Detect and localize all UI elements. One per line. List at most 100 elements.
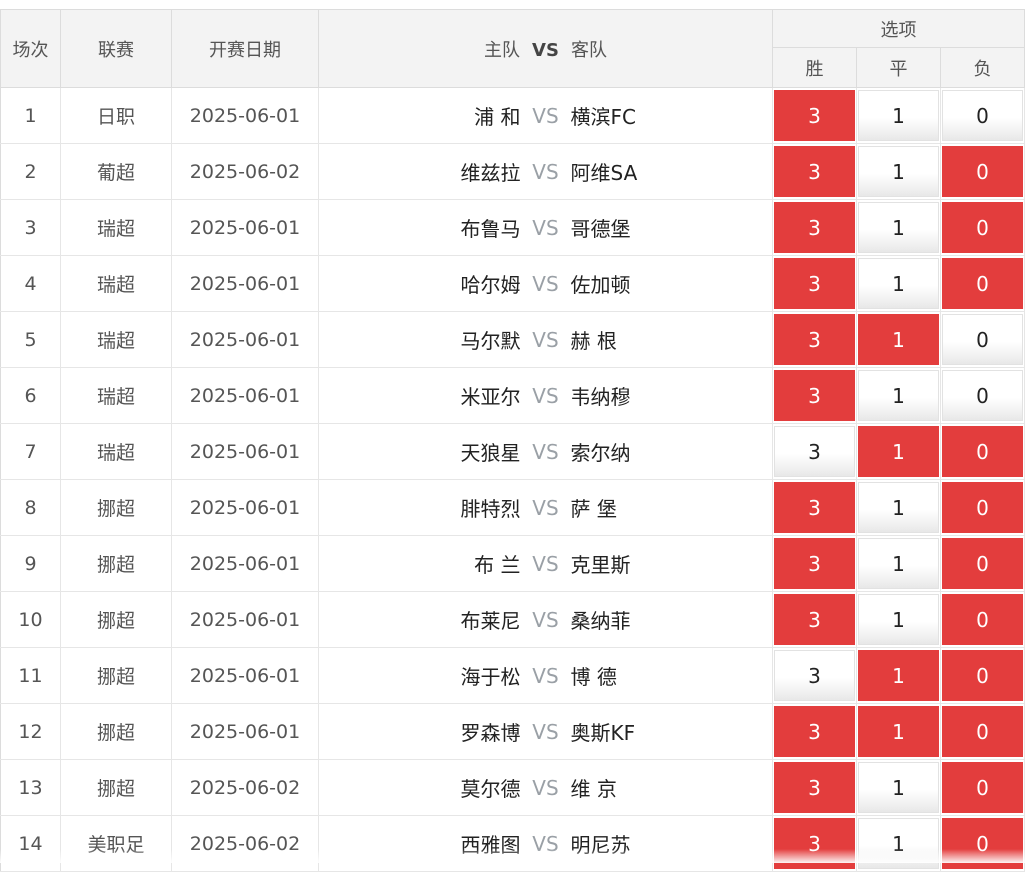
option-cell-win: 3 bbox=[773, 312, 857, 368]
league-name: 挪超 bbox=[61, 760, 172, 816]
lose-option-button[interactable]: 0 bbox=[942, 818, 1023, 869]
draw-option-button[interactable]: 1 bbox=[858, 146, 939, 197]
win-option-button[interactable]: 3 bbox=[774, 762, 855, 813]
option-cell-lose: 0 bbox=[941, 256, 1025, 312]
lose-option-button[interactable]: 0 bbox=[942, 258, 1023, 309]
win-option-button[interactable]: 3 bbox=[774, 706, 855, 757]
away-team: 横滨FC bbox=[571, 101, 771, 130]
match-teams: 布 兰VS克里斯 bbox=[319, 536, 773, 592]
match-date: 2025-06-01 bbox=[172, 200, 319, 256]
draw-option-button[interactable]: 1 bbox=[858, 314, 939, 365]
match-teams: 天狼星VS索尔纳 bbox=[319, 424, 773, 480]
lose-option-button[interactable]: 0 bbox=[942, 706, 1023, 757]
option-cell-win: 3 bbox=[773, 704, 857, 760]
league-name: 瑞超 bbox=[61, 312, 172, 368]
header-options: 选项 bbox=[773, 10, 1025, 48]
option-cell-lose: 0 bbox=[941, 144, 1025, 200]
league-name: 美职足 bbox=[61, 816, 172, 872]
option-cell-win: 3 bbox=[773, 816, 857, 872]
draw-option-button[interactable]: 1 bbox=[858, 258, 939, 309]
win-option-button[interactable]: 3 bbox=[774, 258, 855, 309]
draw-option-button[interactable]: 1 bbox=[858, 594, 939, 645]
vs-label: VS bbox=[521, 832, 571, 856]
league-name: 瑞超 bbox=[61, 200, 172, 256]
draw-option-button[interactable]: 1 bbox=[858, 202, 939, 253]
table-row: 3瑞超2025-06-01布鲁马VS哥德堡310 bbox=[1, 200, 1025, 256]
option-cell-win: 3 bbox=[773, 88, 857, 144]
option-cell-win: 3 bbox=[773, 760, 857, 816]
away-team: 赫 根 bbox=[571, 325, 771, 354]
match-teams: 米亚尔VS韦纳穆 bbox=[319, 368, 773, 424]
vs-label: VS bbox=[521, 608, 571, 632]
table-row: 2葡超2025-06-02维兹拉VS阿维SA310 bbox=[1, 144, 1025, 200]
league-name: 葡超 bbox=[61, 144, 172, 200]
match-teams: 维兹拉VS阿维SA bbox=[319, 144, 773, 200]
option-cell-lose: 0 bbox=[941, 704, 1025, 760]
option-cell-draw: 1 bbox=[857, 648, 941, 704]
match-date: 2025-06-01 bbox=[172, 88, 319, 144]
win-option-button[interactable]: 3 bbox=[774, 90, 855, 141]
draw-option-button[interactable]: 1 bbox=[858, 90, 939, 141]
lose-option-button[interactable]: 0 bbox=[942, 146, 1023, 197]
match-teams: 布莱尼VS桑纳菲 bbox=[319, 592, 773, 648]
draw-option-button[interactable]: 1 bbox=[858, 482, 939, 533]
vs-label: VS bbox=[521, 496, 571, 520]
table-row: 10挪超2025-06-01布莱尼VS桑纳菲310 bbox=[1, 592, 1025, 648]
home-team: 天狼星 bbox=[321, 437, 521, 466]
lose-option-button[interactable]: 0 bbox=[942, 90, 1023, 141]
match-number: 13 bbox=[1, 760, 61, 816]
home-team: 米亚尔 bbox=[321, 381, 521, 410]
draw-option-button[interactable]: 1 bbox=[858, 650, 939, 701]
win-option-button[interactable]: 3 bbox=[774, 594, 855, 645]
home-team: 马尔默 bbox=[321, 325, 521, 354]
win-option-button[interactable]: 3 bbox=[774, 538, 855, 589]
league-name: 瑞超 bbox=[61, 368, 172, 424]
draw-option-button[interactable]: 1 bbox=[858, 426, 939, 477]
win-option-button[interactable]: 3 bbox=[774, 146, 855, 197]
win-option-button[interactable]: 3 bbox=[774, 650, 855, 701]
draw-option-button[interactable]: 1 bbox=[858, 818, 939, 869]
win-option-button[interactable]: 3 bbox=[774, 314, 855, 365]
win-option-button[interactable]: 3 bbox=[774, 426, 855, 477]
draw-option-button[interactable]: 1 bbox=[858, 538, 939, 589]
match-number: 11 bbox=[1, 648, 61, 704]
lose-option-button[interactable]: 0 bbox=[942, 650, 1023, 701]
lose-option-button[interactable]: 0 bbox=[942, 482, 1023, 533]
match-date: 2025-06-01 bbox=[172, 424, 319, 480]
match-number: 1 bbox=[1, 88, 61, 144]
option-cell-draw: 1 bbox=[857, 536, 941, 592]
lose-option-button[interactable]: 0 bbox=[942, 538, 1023, 589]
league-name: 挪超 bbox=[61, 536, 172, 592]
win-option-button[interactable]: 3 bbox=[774, 370, 855, 421]
lose-option-button[interactable]: 0 bbox=[942, 426, 1023, 477]
away-team: 索尔纳 bbox=[571, 437, 771, 466]
header-home: 主队 bbox=[484, 40, 520, 61]
win-option-button[interactable]: 3 bbox=[774, 202, 855, 253]
league-name: 瑞超 bbox=[61, 424, 172, 480]
header-league: 联赛 bbox=[61, 10, 172, 88]
match-rows: 1日职2025-06-01浦 和VS横滨FC3102葡超2025-06-02维兹… bbox=[1, 88, 1025, 872]
vs-label: VS bbox=[521, 664, 571, 688]
lose-option-button[interactable]: 0 bbox=[942, 594, 1023, 645]
home-team: 海于松 bbox=[321, 661, 521, 690]
table-row: 11挪超2025-06-01海于松VS博 德310 bbox=[1, 648, 1025, 704]
lose-option-button[interactable]: 0 bbox=[942, 314, 1023, 365]
away-team: 桑纳菲 bbox=[571, 605, 771, 634]
home-team: 布鲁马 bbox=[321, 213, 521, 242]
home-team: 维兹拉 bbox=[321, 157, 521, 186]
win-option-button[interactable]: 3 bbox=[774, 818, 855, 869]
option-cell-draw: 1 bbox=[857, 144, 941, 200]
home-team: 腓特烈 bbox=[321, 493, 521, 522]
draw-option-button[interactable]: 1 bbox=[858, 706, 939, 757]
win-option-button[interactable]: 3 bbox=[774, 482, 855, 533]
lose-option-button[interactable]: 0 bbox=[942, 202, 1023, 253]
draw-option-button[interactable]: 1 bbox=[858, 370, 939, 421]
lose-option-button[interactable]: 0 bbox=[942, 370, 1023, 421]
match-number: 7 bbox=[1, 424, 61, 480]
draw-option-button[interactable]: 1 bbox=[858, 762, 939, 813]
option-cell-lose: 0 bbox=[941, 648, 1025, 704]
option-cell-win: 3 bbox=[773, 424, 857, 480]
header-date: 开赛日期 bbox=[172, 10, 319, 88]
lose-option-button[interactable]: 0 bbox=[942, 762, 1023, 813]
vs-label: VS bbox=[521, 776, 571, 800]
